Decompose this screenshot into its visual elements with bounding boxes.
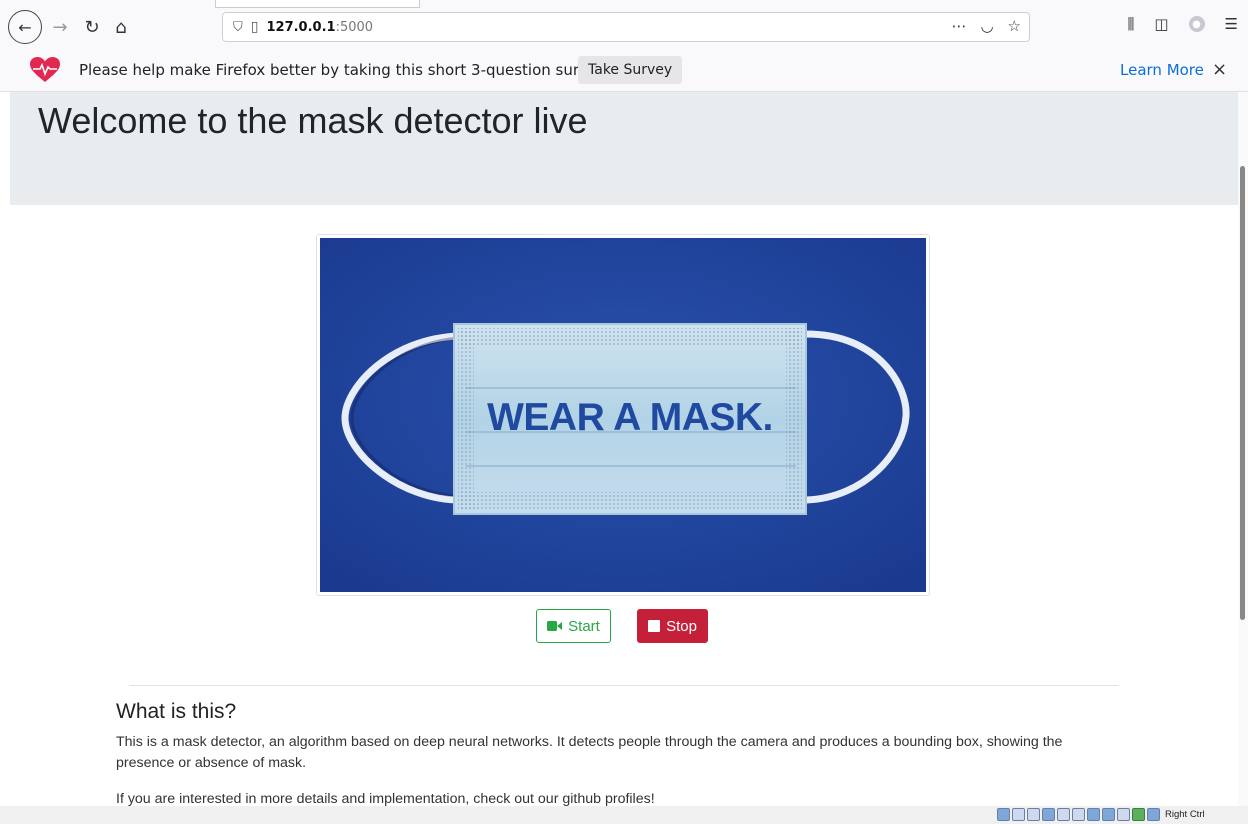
shared-folder-icon[interactable] xyxy=(1072,808,1085,821)
account-icon[interactable]: ● xyxy=(1188,16,1205,32)
stop-button[interactable]: Stop xyxy=(637,609,708,643)
page-scrollbar[interactable] xyxy=(1238,92,1248,806)
arrow-left-icon: ← xyxy=(18,17,32,37)
scrollbar-thumb[interactable] xyxy=(1240,166,1245,620)
cpu-icon[interactable] xyxy=(1117,808,1130,821)
home-button[interactable]: ⌂ xyxy=(106,12,136,42)
audio-icon[interactable] xyxy=(1027,808,1040,821)
video-capture-icon[interactable] xyxy=(1102,808,1115,821)
bookmark-star-icon[interactable]: ☆ xyxy=(1008,17,1021,35)
start-button[interactable]: Start xyxy=(536,609,611,643)
video-feed: WEAR A MASK. xyxy=(320,238,926,592)
wear-a-mask-text: WEAR A MASK. xyxy=(487,396,773,439)
vm-status-bar: Right Ctrl xyxy=(0,806,1248,824)
optical-drive-icon[interactable] xyxy=(1012,808,1025,821)
page-info-icon[interactable]: ▯ xyxy=(251,19,259,35)
browser-toolbar: ← → ↻ ⌂ ⛉ ▯ 127.0.0.1:5000 ⋯ ◡ ☆ ⫼ ◫ ● ☰ xyxy=(0,0,1248,54)
display-icon[interactable] xyxy=(1087,808,1100,821)
keyboard-capture-icon[interactable] xyxy=(1147,808,1160,821)
github-paragraph: If you are interested in more details an… xyxy=(116,791,655,806)
home-icon: ⌂ xyxy=(115,16,127,38)
page-viewport: Welcome to the mask detector live WEAR A… xyxy=(0,92,1238,806)
reload-button[interactable]: ↻ xyxy=(77,12,107,42)
pocket-icon[interactable]: ◡ xyxy=(980,17,993,35)
host-key-label: Right Ctrl xyxy=(1165,809,1205,820)
sidebar-icon[interactable]: ◫ xyxy=(1154,15,1168,33)
survey-notification-bar: Please help make Firefox better by takin… xyxy=(0,50,1248,92)
page-title: Welcome to the mask detector live xyxy=(38,100,588,141)
forward-button[interactable]: → xyxy=(45,12,75,42)
heart-pulse-icon xyxy=(30,57,60,82)
video-camera-icon xyxy=(547,621,563,631)
page-actions-icon[interactable]: ⋯ xyxy=(951,17,966,35)
menu-icon[interactable]: ☰ xyxy=(1225,15,1238,33)
hard-disk-icon[interactable] xyxy=(997,808,1010,821)
notification-message: Please help make Firefox better by takin… xyxy=(79,61,607,79)
network-icon[interactable] xyxy=(1042,808,1055,821)
arrow-right-icon: → xyxy=(52,16,68,38)
what-is-this-heading: What is this? xyxy=(116,700,237,723)
stop-button-label: Stop xyxy=(666,617,697,635)
library-icon[interactable]: ⫼ xyxy=(1127,15,1134,33)
learn-more-link[interactable]: Learn More xyxy=(1120,61,1204,79)
guest-additions-icon[interactable] xyxy=(1132,808,1145,821)
usb-icon[interactable] xyxy=(1057,808,1070,821)
vm-tray: Right Ctrl xyxy=(997,808,1205,821)
wear-a-mask-image: WEAR A MASK. xyxy=(320,238,926,592)
close-icon[interactable]: × xyxy=(1212,59,1227,80)
back-button[interactable]: ← xyxy=(8,10,42,44)
start-button-label: Start xyxy=(568,617,600,635)
video-frame: WEAR A MASK. xyxy=(316,234,930,596)
description-paragraph: This is a mask detector, an algorithm ba… xyxy=(116,734,1063,771)
reload-icon: ↻ xyxy=(84,16,100,38)
url-bar[interactable]: ⛉ ▯ 127.0.0.1:5000 ⋯ ◡ ☆ xyxy=(222,12,1030,42)
section-divider xyxy=(129,685,1119,686)
url-port: :5000 xyxy=(335,19,374,35)
jumbotron-header: Welcome to the mask detector live xyxy=(10,92,1238,205)
stop-square-icon xyxy=(648,620,661,632)
active-tab[interactable] xyxy=(215,0,420,8)
take-survey-button[interactable]: Take Survey xyxy=(578,56,683,84)
url-text[interactable]: 127.0.0.1:5000 xyxy=(266,20,373,35)
url-host: 127.0.0.1 xyxy=(266,19,336,35)
shield-icon[interactable]: ⛉ xyxy=(233,20,243,35)
